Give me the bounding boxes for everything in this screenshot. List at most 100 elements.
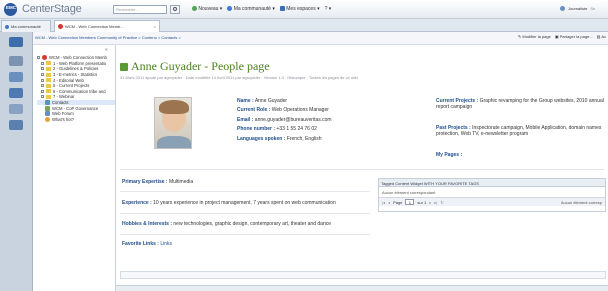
tagged-content-widget: Tagged Content Widget WITH YOUR FAVORITE… xyxy=(378,178,606,212)
past-projects: Past Projects : Inspectorate campaign, M… xyxy=(436,125,602,138)
page-content: Anne Guyader - People page 31 Mars 2011 … xyxy=(116,45,608,291)
first-page-icon[interactable]: |◂ xyxy=(382,200,385,205)
expand-icon[interactable] xyxy=(41,67,44,71)
primary-expertise: Primary Expertise : Multimedia xyxy=(122,179,194,185)
my-pages-label: My Pages : xyxy=(436,152,463,158)
left-rail xyxy=(0,32,33,291)
search-icon xyxy=(173,7,177,11)
page-title: Anne Guyader - People page xyxy=(131,59,270,73)
top-bar: EMC CenterStage Recherche... Nouveau ▾ M… xyxy=(0,0,608,19)
expand-icon[interactable] xyxy=(41,95,44,99)
expand-icon[interactable] xyxy=(37,56,40,60)
refresh-icon[interactable]: ↻ xyxy=(440,200,443,205)
spaces-rail-icon[interactable] xyxy=(9,88,23,98)
search-button[interactable] xyxy=(170,5,180,14)
folder-icon xyxy=(46,66,51,71)
community-icon xyxy=(5,24,9,29)
last-page-icon[interactable]: ▸| xyxy=(434,200,437,205)
favorite-links: Favorite Links : Links xyxy=(122,241,173,247)
user-icon xyxy=(560,6,565,11)
documents-icon[interactable] xyxy=(9,56,23,66)
page-actions: ✎ Modifier la page ▣ Partager la page...… xyxy=(518,34,606,39)
field-email: Email : anne.guyader@bureauveritas.com xyxy=(237,116,332,123)
nav-my-spaces[interactable]: Mes espaces ▾ xyxy=(279,6,320,12)
plus-icon xyxy=(192,6,197,12)
expand-icon[interactable] xyxy=(41,84,44,88)
tab-my-community[interactable]: Ma communauté xyxy=(1,20,51,32)
forum-icon xyxy=(45,111,50,117)
widget-pager: |◂ ◂ Page 1 sur 1 ▸ ▸| ↻ Aucun élément c… xyxy=(379,197,605,206)
wiki-icon xyxy=(45,105,50,111)
links-link[interactable]: Links xyxy=(160,241,172,247)
field-role: Current Role : Web Operations Manager xyxy=(237,107,329,114)
pager-status: Aucun élément corresp xyxy=(560,199,602,205)
tree-item-root[interactable]: WCM - Web Connection Memb xyxy=(37,55,115,61)
divider xyxy=(120,191,370,192)
profile-photo xyxy=(154,97,192,149)
expand-icon[interactable] xyxy=(41,78,44,82)
breadcrumb-bar: WCM - Web Connection Members Community o… xyxy=(33,32,608,45)
nav-new[interactable]: Nouveau ▾ xyxy=(192,6,222,12)
comments-bar[interactable] xyxy=(120,271,606,279)
tree-item[interactable]: What's hot? xyxy=(37,116,115,123)
field-name: Name : Anne Guyader xyxy=(237,98,288,104)
spaces-icon xyxy=(279,6,285,12)
nav-my-community[interactable]: Ma communauté ▾ xyxy=(227,6,275,12)
divider xyxy=(120,169,604,170)
expand-icon[interactable] xyxy=(41,73,44,77)
expand-icon[interactable] xyxy=(41,89,44,93)
navigation-tree: « WCM - Web Connection Memb 1 - Web Plat… xyxy=(33,45,116,291)
field-languages: Languages spoken : French, English xyxy=(237,135,322,142)
horizontal-scrollbar[interactable] xyxy=(116,285,608,291)
folder-icon xyxy=(46,83,51,88)
page-meta: 31 Mars 2011 ajouté par agruyader · Date… xyxy=(120,75,358,80)
community-icon xyxy=(42,55,47,61)
folder-icon xyxy=(46,78,51,83)
widget-title: Tagged Content Widget WITH YOUR FAVORITE… xyxy=(379,179,605,187)
share-page-button[interactable]: ▣ Partager la page... xyxy=(555,34,593,39)
hot-icon xyxy=(45,116,50,122)
people-icon[interactable] xyxy=(9,72,23,82)
widget-empty-text: Aucun élément correspondant xyxy=(382,190,436,195)
page-number-input[interactable]: 1 xyxy=(405,199,415,205)
folder-icon xyxy=(46,61,51,66)
current-projects: Current Projects : Graphic revamping for… xyxy=(436,98,604,111)
calendar-icon[interactable] xyxy=(9,104,23,114)
next-page-icon[interactable]: ▸ xyxy=(429,200,431,205)
profile-fields: Name : Anne Guyader Current Role : Web O… xyxy=(237,98,332,145)
hobbies: Hobbies & Interests : new technologies, … xyxy=(122,221,332,227)
divider xyxy=(120,234,370,235)
user-name: Journaliste xyxy=(568,6,588,11)
folder-icon xyxy=(46,89,51,94)
wiki-page-icon xyxy=(120,63,128,71)
expand-icon[interactable] xyxy=(41,61,44,65)
close-icon[interactable]: × xyxy=(154,24,156,29)
brand-emc: EMC xyxy=(6,5,16,10)
search-input[interactable]: Recherche... xyxy=(113,5,167,14)
tab-wcm[interactable]: WCM - Web Connection Memb... × xyxy=(54,20,160,32)
shoulders-shape xyxy=(157,136,191,148)
nav-help[interactable]: ? ▾ xyxy=(325,6,332,12)
home-icon[interactable] xyxy=(9,37,23,47)
breadcrumb[interactable]: WCM - Web Connection Members Community o… xyxy=(35,35,181,40)
actions-button[interactable]: ▤ Ac xyxy=(597,34,606,39)
wiki-icon xyxy=(45,100,50,106)
experience: Experience : 10 years experience in proj… xyxy=(122,200,336,206)
wcm-icon xyxy=(58,24,63,29)
user-menu[interactable]: Journaliste Se xyxy=(560,6,595,11)
folder-icon xyxy=(46,72,51,77)
edit-page-button[interactable]: ✎ Modifier la page xyxy=(518,34,551,39)
top-nav: Nouveau ▾ Ma communauté ▾ Mes espaces ▾ … xyxy=(192,6,331,12)
tree-list: WCM - Web Connection Memb 1 - Web Platfo… xyxy=(37,55,115,122)
favorites-icon[interactable] xyxy=(9,120,23,130)
field-phone: Phone number : +33 1 55 24 76 02 xyxy=(237,126,317,133)
divider xyxy=(120,213,370,214)
folder-icon xyxy=(46,94,51,99)
community-icon xyxy=(227,6,233,12)
collapse-icon[interactable]: « xyxy=(105,47,108,53)
app-title: CenterStage xyxy=(22,3,82,15)
tab-bar: Ma communauté WCM - Web Connection Memb.… xyxy=(0,19,608,32)
prev-page-icon[interactable]: ◂ xyxy=(388,200,390,205)
more-menu[interactable]: Se xyxy=(590,6,595,11)
hair-shape xyxy=(159,100,189,114)
